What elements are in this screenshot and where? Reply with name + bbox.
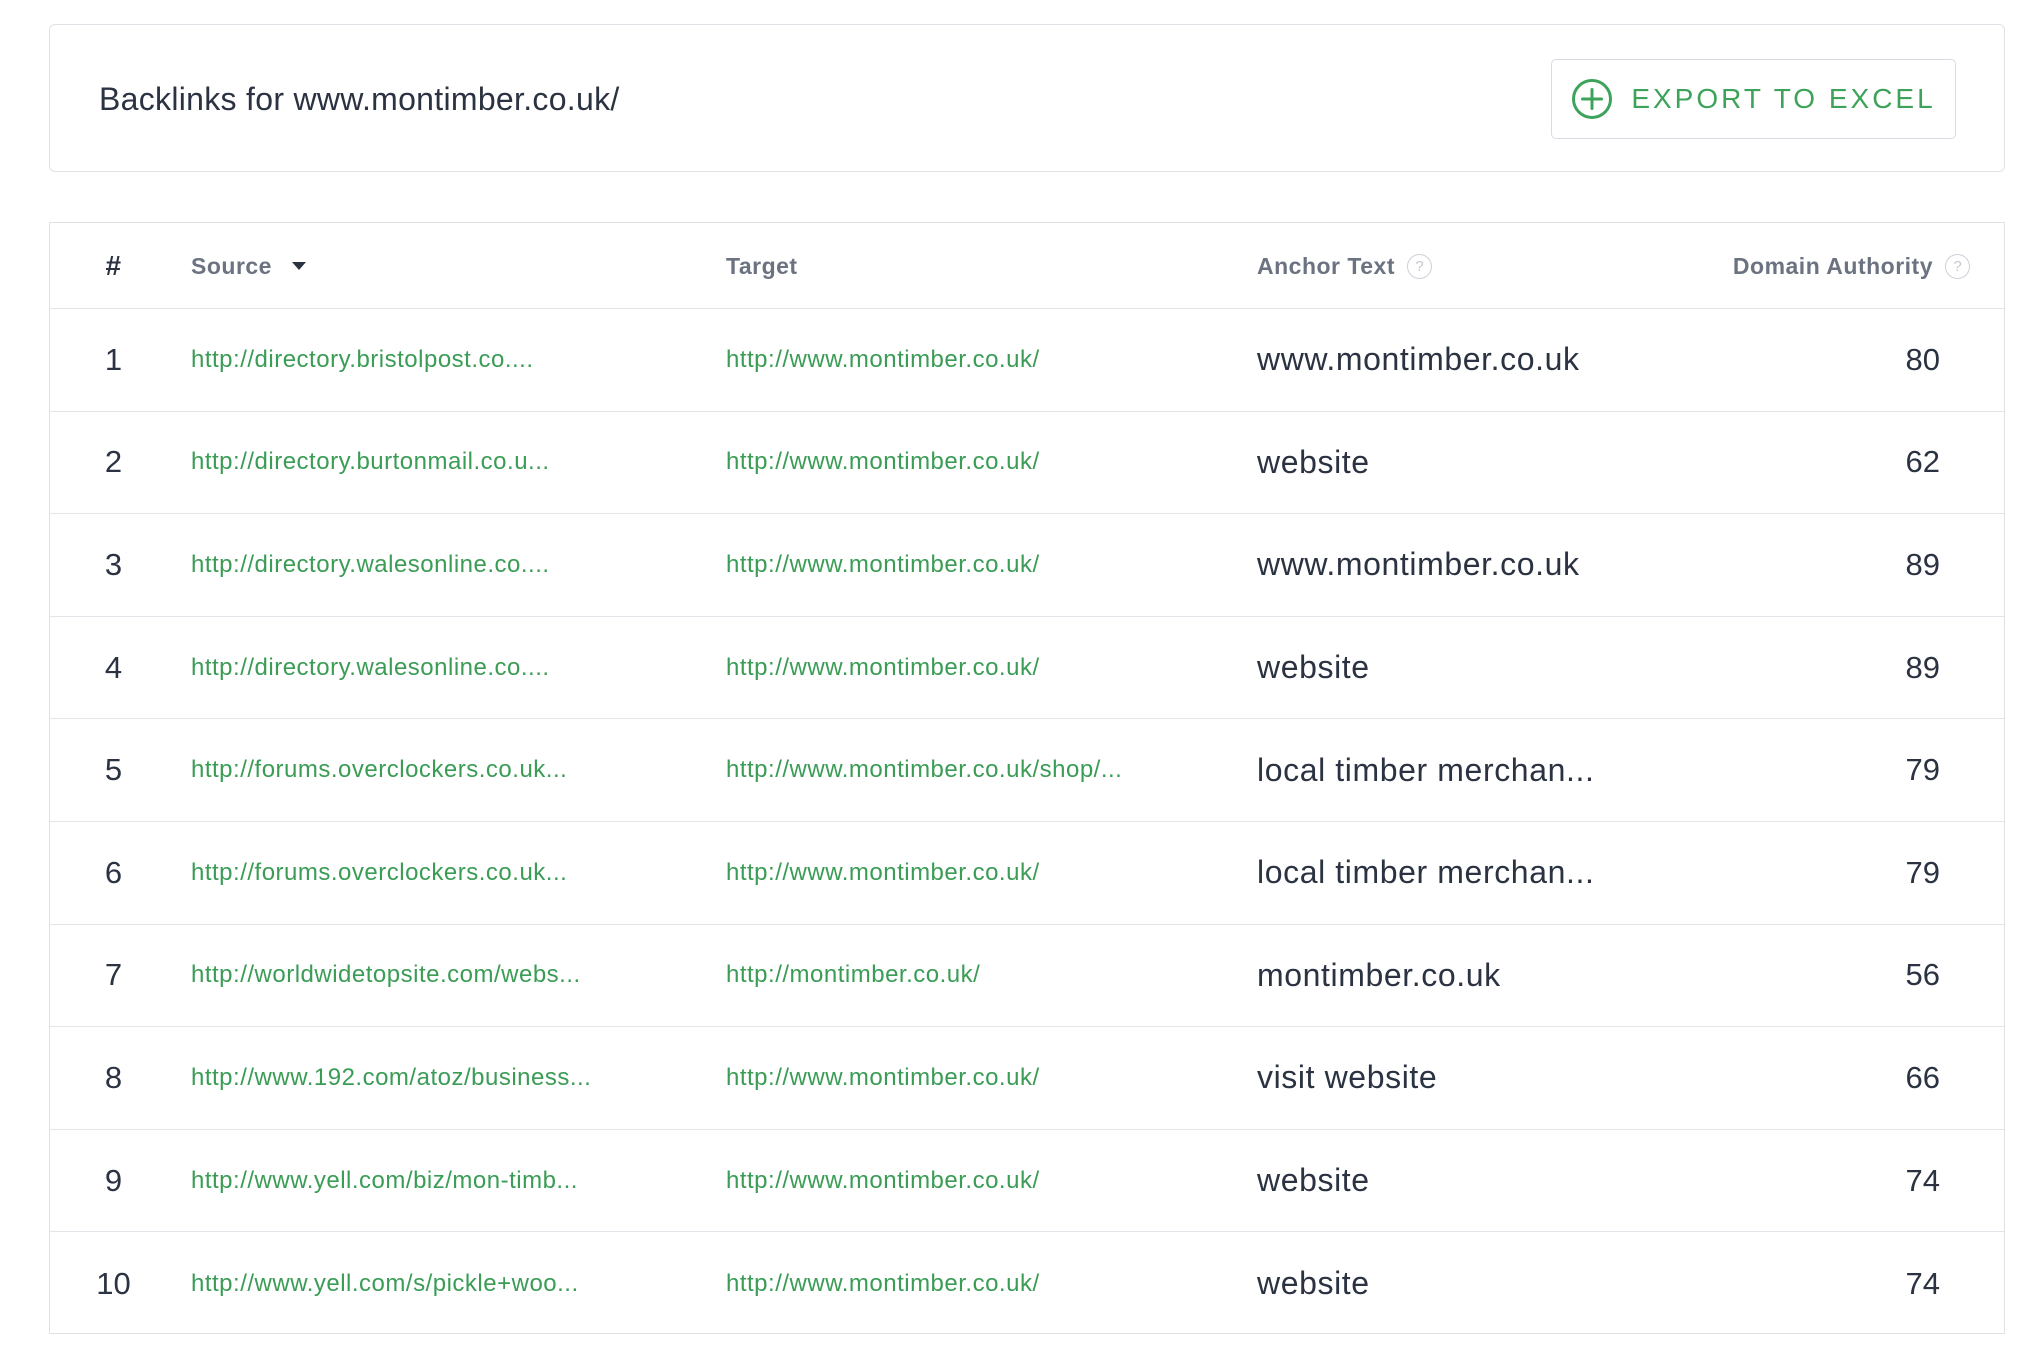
- source-link[interactable]: http://directory.walesonline.co....: [191, 617, 550, 719]
- domain-authority: 74: [1905, 1162, 1940, 1198]
- anchor-text: montimber.co.uk: [1257, 956, 1501, 993]
- target-link[interactable]: http://www.montimber.co.uk/: [726, 514, 1040, 616]
- column-header-target[interactable]: Target: [726, 223, 798, 309]
- domain-authority: 66: [1905, 1059, 1940, 1095]
- target-link[interactable]: http://www.montimber.co.uk/: [726, 309, 1040, 411]
- source-link[interactable]: http://directory.burtonmail.co.u...: [191, 412, 550, 514]
- row-number: 10: [96, 1265, 131, 1301]
- domain-authority: 56: [1905, 957, 1940, 993]
- source-link[interactable]: http://www.yell.com/biz/mon-timb...: [191, 1130, 578, 1232]
- domain-authority: 79: [1905, 752, 1940, 788]
- target-link[interactable]: http://www.montimber.co.uk/: [726, 412, 1040, 514]
- domain-authority: 89: [1905, 546, 1940, 582]
- plus-circle-icon: [1572, 79, 1613, 119]
- domain-authority: 80: [1905, 341, 1940, 377]
- caret-down-icon[interactable]: [291, 262, 306, 270]
- table-row: 1 http://directory.bristolpost.co.... ht…: [50, 309, 2004, 412]
- target-link[interactable]: http://www.montimber.co.uk/: [726, 822, 1040, 924]
- domain-authority: 62: [1905, 444, 1940, 480]
- target-link[interactable]: http://montimber.co.uk/: [726, 925, 980, 1027]
- anchor-text: www.montimber.co.uk: [1257, 546, 1580, 583]
- column-label-domain-authority: Domain Authority: [1732, 252, 1933, 279]
- page-title: Backlinks for www.montimber.co.uk/: [99, 81, 620, 117]
- table-row: 8 http://www.192.com/atoz/business... ht…: [50, 1027, 2004, 1130]
- column-header-number: #: [50, 223, 177, 309]
- table-row: 9 http://www.yell.com/biz/mon-timb... ht…: [50, 1130, 2004, 1233]
- row-number: 1: [104, 341, 123, 377]
- column-header-domain-authority[interactable]: Domain Authority ?: [1733, 223, 1970, 309]
- row-number: 7: [104, 957, 123, 993]
- anchor-text: www.montimber.co.uk: [1257, 341, 1580, 378]
- domain-authority: 89: [1905, 649, 1940, 685]
- target-link[interactable]: http://www.montimber.co.uk/: [726, 1130, 1040, 1232]
- domain-authority: 79: [1905, 854, 1940, 890]
- question-circle-icon[interactable]: ?: [1406, 253, 1432, 279]
- anchor-text: website: [1257, 649, 1370, 686]
- export-to-excel-button[interactable]: EXPORT TO EXCEL: [1551, 59, 1956, 139]
- source-link[interactable]: http://www.192.com/atoz/business...: [191, 1027, 591, 1129]
- table-row: 7 http://worldwidetopsite.com/webs... ht…: [50, 925, 2004, 1028]
- table-body: 1 http://directory.bristolpost.co.... ht…: [50, 309, 2004, 1333]
- table-header: # Source Target Anchor Text ? Domain Aut…: [50, 223, 2004, 309]
- target-link[interactable]: http://www.montimber.co.uk/shop/...: [726, 719, 1122, 821]
- source-link[interactable]: http://forums.overclockers.co.uk...: [191, 719, 567, 821]
- column-header-anchor-text[interactable]: Anchor Text ?: [1257, 223, 1432, 309]
- table-row: 6 http://forums.overclockers.co.uk... ht…: [50, 822, 2004, 925]
- anchor-text: local timber merchan...: [1257, 854, 1595, 891]
- row-number: 6: [104, 854, 123, 890]
- export-button-label: EXPORT TO EXCEL: [1631, 83, 1936, 114]
- target-link[interactable]: http://www.montimber.co.uk/: [726, 1232, 1040, 1333]
- column-label-target: Target: [726, 252, 798, 279]
- anchor-text: website: [1257, 1265, 1370, 1302]
- question-circle-icon[interactable]: ?: [1945, 253, 1970, 279]
- column-label-source: Source: [191, 252, 272, 279]
- target-link[interactable]: http://www.montimber.co.uk/: [726, 1027, 1040, 1129]
- row-number: 3: [104, 546, 123, 582]
- row-number: 8: [104, 1059, 123, 1095]
- table-row: 3 http://directory.walesonline.co.... ht…: [50, 514, 2004, 617]
- header-card: Backlinks for www.montimber.co.uk/ EXPOR…: [49, 24, 2005, 172]
- anchor-text: website: [1257, 1162, 1370, 1199]
- anchor-text: local timber merchan...: [1257, 751, 1595, 788]
- row-number: 2: [104, 444, 123, 480]
- source-link[interactable]: http://forums.overclockers.co.uk...: [191, 822, 567, 924]
- anchor-text: website: [1257, 443, 1370, 480]
- row-number: 5: [104, 752, 123, 788]
- table-row: 10 http://www.yell.com/s/pickle+woo... h…: [50, 1232, 2004, 1333]
- anchor-text: visit website: [1257, 1059, 1438, 1096]
- table-row: 2 http://directory.burtonmail.co.u... ht…: [50, 412, 2004, 515]
- row-number: 4: [104, 649, 123, 685]
- source-link[interactable]: http://worldwidetopsite.com/webs...: [191, 925, 581, 1027]
- target-link[interactable]: http://www.montimber.co.uk/: [726, 617, 1040, 719]
- column-header-source[interactable]: Source: [191, 223, 306, 309]
- table-row: 4 http://directory.walesonline.co.... ht…: [50, 617, 2004, 720]
- backlinks-table: # Source Target Anchor Text ? Domain Aut…: [49, 222, 2005, 1334]
- source-link[interactable]: http://directory.bristolpost.co....: [191, 309, 534, 411]
- column-label-anchor-text: Anchor Text: [1257, 252, 1395, 279]
- source-link[interactable]: http://directory.walesonline.co....: [191, 514, 550, 616]
- table-row: 5 http://forums.overclockers.co.uk... ht…: [50, 719, 2004, 822]
- domain-authority: 74: [1905, 1265, 1940, 1301]
- row-number: 9: [104, 1162, 123, 1198]
- source-link[interactable]: http://www.yell.com/s/pickle+woo...: [191, 1232, 579, 1333]
- column-label-number: #: [105, 250, 122, 281]
